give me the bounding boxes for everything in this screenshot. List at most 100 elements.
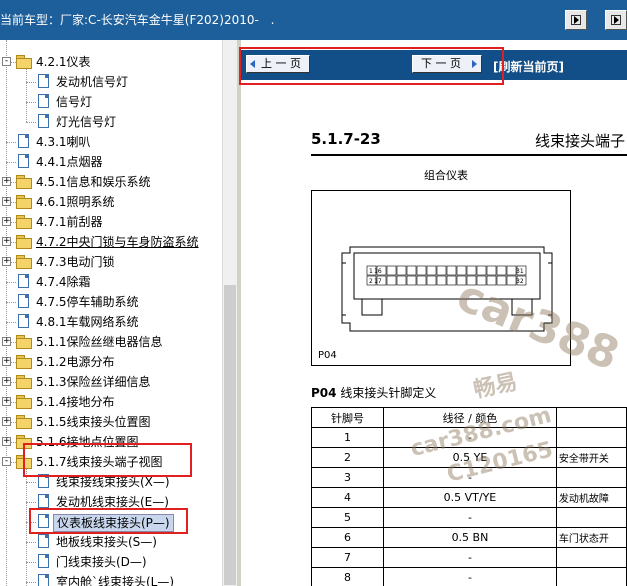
navigation-tree: - 4.2.1仪表发动机信号灯信号灯灯光信号灯 4.3.1喇叭 4.4.1点烟器 +4.… — [0, 40, 222, 586]
expand-window-button[interactable] — [605, 10, 627, 30]
tree-connector — [6, 302, 16, 303]
tree-item[interactable]: 4.7.5停车辅助系统 — [0, 292, 222, 312]
section-title: 线束接头端子 — [535, 132, 626, 150]
tree-item-label: 门线束接头(D—) — [56, 555, 147, 569]
tree-item-label: 4.7.5停车辅助系统 — [36, 295, 139, 309]
pin-label-2: 2 — [369, 278, 373, 285]
car-model-value: 厂家:C-长安汽车金牛星(F202)2010- — [60, 13, 259, 27]
car-model-ellipsis: . — [270, 13, 275, 27]
function-cell — [555, 547, 627, 568]
tree-item[interactable]: +4.5.1信息和娱乐系统 — [0, 172, 222, 192]
function-cell — [555, 507, 627, 528]
expand-icon[interactable]: + — [2, 337, 11, 346]
tree-item[interactable]: 发动机信号灯 — [0, 72, 222, 92]
expand-icon[interactable]: + — [2, 217, 11, 226]
pin-definition-connector: P04 — [311, 386, 337, 400]
expand-icon[interactable]: + — [2, 177, 11, 186]
tree-scrollbar[interactable] — [222, 40, 237, 586]
tree-item[interactable]: 4.4.1点烟器 — [0, 152, 222, 172]
folder-icon — [16, 335, 32, 349]
tree-connector — [26, 502, 36, 503]
table-row: 5- — [310, 507, 627, 528]
next-window-button[interactable] — [565, 10, 587, 30]
function-cell: 发动机故障 — [555, 487, 627, 508]
section-number: 5.1.7-23 — [311, 130, 381, 148]
pin-number-cell: 5 — [310, 507, 385, 528]
folder-icon — [16, 415, 32, 429]
pin-number-cell: 2 — [310, 447, 385, 468]
folder-icon — [16, 375, 32, 389]
page-icon — [18, 314, 29, 328]
tree-item-label: 4.8.1车载网络系统 — [36, 315, 139, 329]
tree-item[interactable]: 灯光信号灯 — [0, 112, 222, 132]
tree-item-label: 灯光信号灯 — [56, 115, 117, 129]
tree-item[interactable]: +5.1.1保险丝继电器信息 — [0, 332, 222, 352]
wire-color-cell: 0.5 BN — [383, 527, 557, 548]
tree-item-label: 4.4.1点烟器 — [36, 155, 103, 169]
collapse-icon[interactable]: - — [2, 57, 11, 66]
expand-icon[interactable]: + — [2, 257, 11, 266]
function-cell — [555, 427, 627, 448]
connector-pin — [456, 265, 467, 276]
tree-connector — [6, 322, 16, 323]
tree-item[interactable]: +5.1.5线束接头位置图 — [0, 412, 222, 432]
connector-pin — [506, 265, 517, 276]
expand-icon[interactable]: + — [2, 197, 11, 206]
folder-icon — [16, 255, 32, 269]
expand-icon[interactable]: + — [2, 417, 11, 426]
tree-item[interactable]: 4.8.1车载网络系统 — [0, 312, 222, 332]
tree-item[interactable]: +5.1.4接地分布 — [0, 392, 222, 412]
car-model-label: 当前车型： — [0, 13, 61, 27]
tree-item[interactable]: 地板线束接头(S—) — [0, 532, 222, 552]
connector-pin — [406, 265, 417, 276]
tree-item[interactable]: +4.6.1照明系统 — [0, 192, 222, 212]
page-icon — [38, 554, 49, 568]
connector-id: P04 — [318, 350, 337, 361]
tree-item[interactable]: +4.7.2中央门锁与车身防盗系统 — [0, 232, 222, 252]
connector-pin — [426, 275, 437, 286]
collapse-icon[interactable]: - — [2, 457, 11, 466]
highlight-selected-item — [29, 508, 188, 534]
tree-item[interactable]: 4.7.4除霜 — [0, 272, 222, 292]
tree-item-label: 4.7.1前刮器 — [36, 215, 103, 229]
page-icon — [38, 74, 49, 88]
header-pin: 针脚号 — [310, 407, 385, 428]
folder-icon — [16, 355, 32, 369]
wire-color-cell: 0.5 VT/YE — [383, 487, 557, 508]
tree-scrollbar-thumb[interactable] — [224, 285, 236, 585]
tree-connector — [6, 142, 16, 143]
tree-item[interactable]: 信号灯 — [0, 92, 222, 112]
tree-item-label: 4.7.4除霜 — [36, 275, 91, 289]
expand-icon[interactable]: + — [2, 237, 11, 246]
tree-item[interactable]: +4.7.3电动门锁 — [0, 252, 222, 272]
connector-pin — [396, 265, 407, 276]
tree-item[interactable]: +4.7.1前刮器 — [0, 212, 222, 232]
connector-pin — [486, 265, 497, 276]
tree-item[interactable]: - 4.2.1仪表 — [0, 52, 222, 72]
highlight-nav-buttons — [239, 47, 504, 85]
tree-connector — [26, 562, 36, 563]
expand-icon[interactable]: + — [2, 377, 11, 386]
tree-item-label: 4.3.1喇叭 — [36, 135, 91, 149]
connector-pin — [506, 275, 517, 286]
tree-item[interactable]: 4.3.1喇叭 — [0, 132, 222, 152]
tree-item-label: 发动机信号灯 — [56, 75, 129, 89]
tree-item[interactable]: +5.1.3保险丝详细信息 — [0, 372, 222, 392]
connector-pin — [386, 275, 397, 286]
expand-icon[interactable]: + — [2, 437, 11, 446]
connector-pin — [446, 265, 457, 276]
pin-label-17: 17 — [374, 278, 382, 285]
page-icon — [38, 534, 49, 548]
title-bar: 当前车型：厂家:C-长安汽车金牛星(F202)2010- . — [0, 0, 627, 40]
tree-item[interactable]: 室内舱`线束接头(L—) — [0, 572, 222, 586]
expand-icon[interactable]: + — [2, 397, 11, 406]
tree-item[interactable]: +5.1.2电源分布 — [0, 352, 222, 372]
tree-item-label: 5.1.4接地分布 — [36, 395, 115, 409]
pin-number-cell: 3 — [310, 467, 385, 488]
folder-icon — [16, 235, 32, 249]
tree-item-label: 5.1.2电源分布 — [36, 355, 115, 369]
tree-item[interactable]: 门线束接头(D—) — [0, 552, 222, 572]
expand-icon[interactable]: + — [2, 357, 11, 366]
pin-label-32: 32 — [516, 278, 524, 285]
watermark-brand: 畅易 — [471, 369, 520, 404]
